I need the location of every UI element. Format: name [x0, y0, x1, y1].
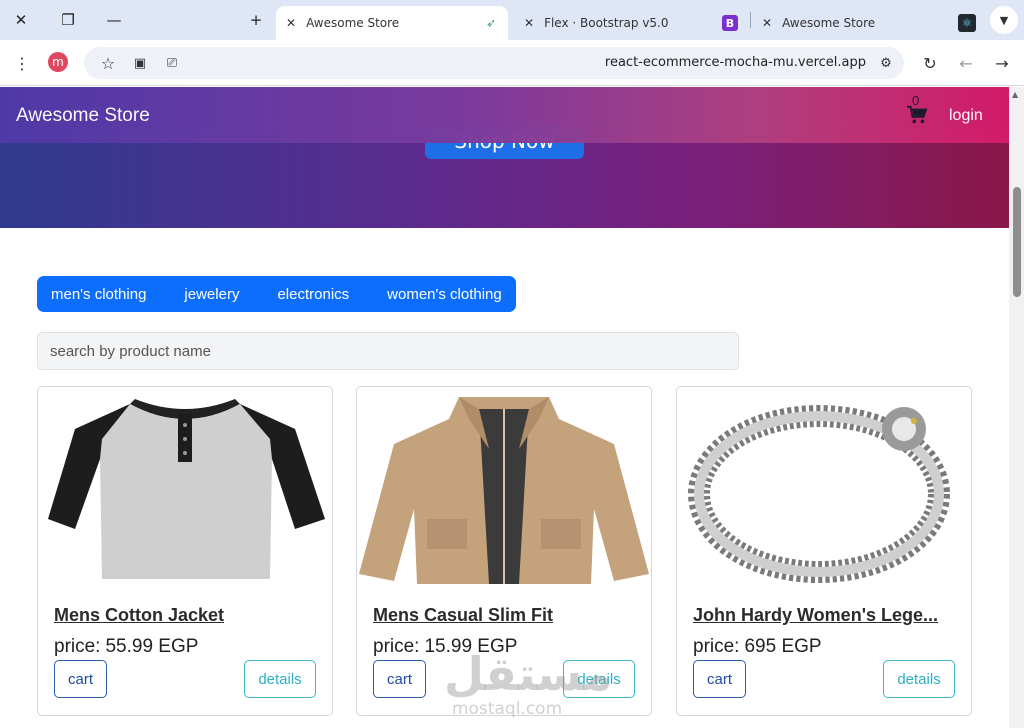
add-to-cart-button[interactable]: cart: [373, 660, 426, 698]
watermark-site: mostaql.com: [452, 699, 563, 719]
tab-separator: [750, 12, 751, 28]
install-app-icon[interactable]: ⎚: [160, 51, 184, 75]
reload-icon[interactable]: ↻: [918, 51, 942, 75]
vertical-scrollbar[interactable]: ▲: [1009, 87, 1024, 728]
product-image-bracelet[interactable]: [679, 389, 969, 587]
tab-awesome-store[interactable]: ✕ Awesome Store: [754, 6, 944, 40]
close-tab-icon[interactable]: ✕: [286, 16, 296, 30]
add-to-cart-button[interactable]: cart: [54, 660, 107, 698]
login-link[interactable]: login: [949, 107, 983, 125]
product-image-henley-shirt[interactable]: [40, 389, 330, 587]
site-settings-icon[interactable]: ⚙: [874, 51, 898, 75]
price-label: price:: [54, 636, 101, 657]
url-text: react-ecommerce-mocha-mu.vercel.app: [604, 55, 866, 70]
new-tab-icon[interactable]: +: [244, 8, 268, 32]
product-price: price: 695 EGP: [693, 636, 822, 658]
close-tab-icon[interactable]: ✕: [524, 16, 534, 30]
minimize-window-icon[interactable]: —: [102, 8, 126, 32]
category-electronics[interactable]: electronics: [277, 286, 349, 303]
forward-arrow-icon[interactable]: →: [990, 51, 1014, 75]
navbar: Awesome Store 0 login: [0, 87, 1009, 143]
browser-tab-strip: ✕ ❐ — + ✕ Awesome Store ➶ ✕ Flex · Boots…: [0, 0, 1024, 40]
react-favicon: ⚛: [958, 6, 978, 40]
add-to-cart-button[interactable]: cart: [693, 660, 746, 698]
details-button[interactable]: details: [244, 660, 316, 698]
translate-icon[interactable]: ▣: [128, 51, 152, 75]
product-title[interactable]: Mens Cotton Jacket: [54, 605, 318, 626]
page-viewport: Shop Now Awesome Store 0 login men's clo…: [0, 87, 1009, 728]
tab-label: Flex · Bootstrap v5.0: [544, 16, 669, 30]
price-label: price:: [373, 636, 420, 657]
product-card: Mens Cotton Jacket price: 55.99 EGP cart …: [37, 386, 333, 716]
tab-awesome-store-active[interactable]: ✕ Awesome Store ➶: [276, 6, 508, 40]
back-arrow-icon[interactable]: ←: [954, 51, 978, 75]
price-value: 55.99 EGP: [105, 636, 199, 657]
product-title[interactable]: John Hardy Women's Lege...: [693, 605, 957, 626]
product-price: price: 55.99 EGP: [54, 636, 198, 658]
tab-bootstrap[interactable]: ✕ Flex · Bootstrap v5.0: [512, 6, 712, 40]
search-input[interactable]: [37, 332, 739, 370]
mostaql-watermark: مستقل mostaql.com: [444, 647, 613, 719]
tab-search-chevron-icon[interactable]: ▼: [990, 6, 1018, 34]
category-filter-group: men's clothing jewelery electronics wome…: [37, 276, 516, 312]
price-value: 695 EGP: [744, 636, 822, 657]
watermark-logo: مستقل: [444, 647, 613, 701]
close-window-icon[interactable]: ✕: [9, 8, 33, 32]
react-icon: ⚛: [958, 14, 976, 32]
restore-window-icon[interactable]: ❐: [56, 8, 80, 32]
details-button[interactable]: details: [883, 660, 955, 698]
tab-label: Awesome Store: [782, 16, 876, 30]
bootstrap-favicon: B: [722, 6, 742, 40]
category-womens-clothing[interactable]: women's clothing: [387, 286, 502, 303]
bird-icon: ➶: [485, 16, 496, 30]
product-image-jacket[interactable]: [359, 389, 649, 587]
brand-logo[interactable]: Awesome Store: [16, 105, 150, 127]
star-icon[interactable]: ☆: [96, 51, 120, 75]
product-title[interactable]: Mens Casual Slim Fit: [373, 605, 637, 626]
browser-toolbar: ⋮ m ☆ ▣ ⎚ react-ecommerce-mocha-mu.verce…: [0, 40, 1024, 86]
address-bar[interactable]: ☆ ▣ ⎚ react-ecommerce-mocha-mu.vercel.ap…: [84, 47, 904, 79]
shopping-cart-icon[interactable]: [906, 105, 928, 125]
category-mens-clothing[interactable]: men's clothing: [51, 286, 146, 303]
price-label: price:: [693, 636, 740, 657]
profile-avatar[interactable]: m: [48, 52, 68, 72]
category-jewelery[interactable]: jewelery: [184, 286, 239, 303]
bootstrap-icon: B: [722, 15, 738, 31]
tab-label: Awesome Store: [306, 16, 400, 30]
scroll-thumb[interactable]: [1013, 187, 1021, 297]
kebab-menu-icon[interactable]: ⋮: [10, 51, 34, 75]
scroll-up-arrow-icon[interactable]: ▲: [1012, 90, 1018, 99]
product-card: John Hardy Women's Lege... price: 695 EGP…: [676, 386, 972, 716]
close-tab-icon[interactable]: ✕: [762, 16, 772, 30]
